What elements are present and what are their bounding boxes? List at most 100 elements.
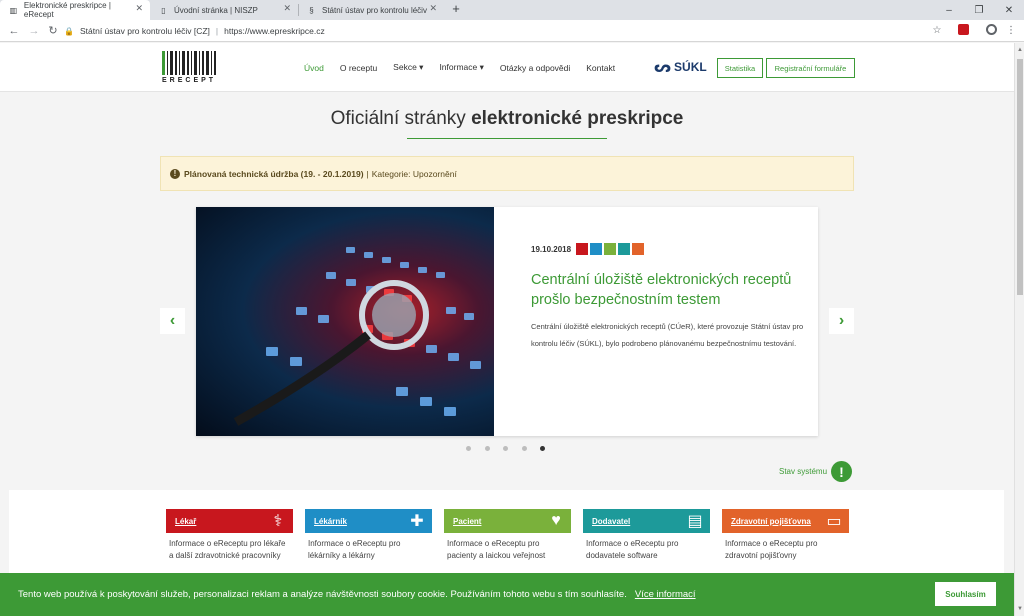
notice-title[interactable]: Plánovaná technická údržba (19. - 20.1.2… xyxy=(184,169,364,179)
close-icon[interactable]: ✕ xyxy=(135,3,143,14)
section-card-supplier[interactable]: Dodavatel ▤ Informace o eReceptu pro dod… xyxy=(583,509,710,562)
back-button[interactable]: ← xyxy=(6,23,22,39)
browser-tab-niszp[interactable]: ▯ Úvodní stránka | NISZP ✕ xyxy=(150,0,298,20)
page-title: Oficiální stránky elektronické preskripc… xyxy=(0,108,1014,130)
scroll-up-icon[interactable]: ▲ xyxy=(1015,45,1024,55)
profile-icon[interactable] xyxy=(984,24,998,38)
cookie-more-info-link[interactable]: Více informací xyxy=(635,589,696,600)
barcode-logo-icon xyxy=(162,51,220,75)
category-chip-patient xyxy=(604,243,617,255)
scroll-down-icon[interactable]: ▼ xyxy=(1015,604,1024,614)
section-doctor-desc: Informace o eReceptu pro lékaře a další … xyxy=(169,539,286,560)
reload-button[interactable]: ↻ xyxy=(45,23,61,39)
browser-menu-icon[interactable]: ⋮ xyxy=(1004,24,1018,38)
section-card-doctor[interactable]: Lékař ⚕ Informace o eReceptu pro lékaře … xyxy=(166,509,293,562)
barcode-icon: ▥ xyxy=(9,5,18,15)
page-title-bold: elektronické preskripce xyxy=(471,108,684,129)
section-pharmacist-desc: Informace o eReceptu pro lékárníky a lék… xyxy=(308,539,401,560)
close-window-button[interactable]: ✕ xyxy=(994,0,1024,20)
stethoscope-icon: ⚕ xyxy=(273,513,283,530)
lock-icon: 🔒 xyxy=(64,26,74,36)
title-underline xyxy=(407,138,607,139)
statistics-button[interactable]: Statistika xyxy=(717,58,763,78)
tab-title: Úvodní stránka | NISZP xyxy=(174,5,258,15)
cookie-consent-bar: Tento web používá k poskytování služeb, … xyxy=(0,573,1014,616)
sukl-logo[interactable]: ᔕ SÚKL xyxy=(654,57,707,77)
section-card-patient[interactable]: Pacient ♥ Informace o eReceptu pro pacie… xyxy=(444,509,571,562)
section-supplier-label: Dodavatel xyxy=(592,516,631,526)
notice-separator: | xyxy=(366,168,369,179)
sukl-logo-text: SÚKL xyxy=(674,60,707,74)
slide-meta: 19.10.2018 xyxy=(531,243,646,255)
section-patient-desc: Informace o eReceptu pro pacienty a laic… xyxy=(447,539,546,560)
nav-contact[interactable]: Kontakt xyxy=(586,63,615,73)
slide-image-stethoscope-keyboard xyxy=(196,207,494,436)
extension-icon[interactable] xyxy=(956,24,970,38)
maximize-button[interactable]: ❐ xyxy=(964,0,994,20)
cookie-accept-button[interactable]: Souhlasím xyxy=(935,582,996,606)
url-text: https://www.epreskripce.cz xyxy=(224,26,325,36)
carousel-dot-3[interactable] xyxy=(503,446,508,451)
nav-information-dropdown[interactable]: Informace ▾ xyxy=(439,62,483,73)
section-insurance-label: Zdravotní pojišťovna xyxy=(731,516,811,526)
section-card-pharmacist[interactable]: Lékárník ✚ Informace o eReceptu pro léká… xyxy=(305,509,432,562)
address-bar[interactable]: 🔒 Státní ústav pro kontrolu léčiv [CZ] |… xyxy=(64,22,944,40)
section-supplier-button[interactable]: Dodavatel ▤ xyxy=(583,509,710,533)
section-doctor-button[interactable]: Lékař ⚕ xyxy=(166,509,293,533)
browser-tab-erecept[interactable]: ▥ Elektronické preskripce | eRecept ✕ xyxy=(0,0,150,20)
address-divider: | xyxy=(215,26,219,36)
carousel-dot-1[interactable] xyxy=(466,446,471,451)
heart-plus-icon: ♥ xyxy=(551,512,561,529)
browser-tab-sukl[interactable]: § Státní ústav pro kontrolu léčiv ✕ xyxy=(298,0,444,20)
close-icon[interactable]: ✕ xyxy=(283,3,291,14)
system-status[interactable]: Stav systému ! xyxy=(779,461,853,482)
maintenance-notice[interactable]: ! Plánovaná technická údržba (19. - 20.1… xyxy=(160,156,854,191)
nav-faq[interactable]: Otázky a odpovědi xyxy=(500,63,570,73)
sukl-icon: § xyxy=(309,5,314,15)
section-card-insurance[interactable]: Zdravotní pojišťovna ▭ Informace o eRece… xyxy=(722,509,849,562)
carousel-dot-4[interactable] xyxy=(521,446,527,451)
slide-date: 19.10.2018 xyxy=(531,244,572,254)
carousel-dot-2[interactable] xyxy=(484,446,490,451)
new-tab-button[interactable]: + xyxy=(448,1,464,16)
keyboard-stethoscope-illustration xyxy=(233,247,481,426)
site-header: ERECEPT Úvod O receptu Sekce ▾ Informace… xyxy=(0,43,1024,92)
erecept-logo[interactable]: ERECEPT xyxy=(162,51,220,85)
system-status-label: Stav systému xyxy=(779,467,828,476)
section-insurance-button[interactable]: Zdravotní pojišťovna ▭ xyxy=(722,509,849,533)
carousel-slide[interactable]: 19.10.2018 Centrální úložiště elektronic… xyxy=(196,207,818,436)
section-patient-label: Pacient xyxy=(453,516,482,526)
status-alert-icon: ! xyxy=(831,461,853,482)
section-patient-button[interactable]: Pacient ♥ xyxy=(444,509,571,533)
browser-toolbar: ← → ↻ 🔒 Státní ústav pro kontrolu léčiv … xyxy=(0,20,1024,42)
slide-text: Centrální úložiště elektronických recept… xyxy=(531,322,804,348)
page-scrollbar[interactable]: ▲ ▼ xyxy=(1014,43,1024,616)
nav-home[interactable]: Úvod xyxy=(304,63,324,73)
forward-button[interactable]: → xyxy=(26,23,42,39)
carousel-prev-button[interactable]: ‹ xyxy=(160,308,185,334)
minimize-button[interactable]: – xyxy=(934,0,964,20)
scrollbar-thumb[interactable] xyxy=(1017,59,1023,295)
page-icon: ▯ xyxy=(161,5,166,15)
nav-sections-dropdown[interactable]: Sekce ▾ xyxy=(393,62,423,73)
tab-title: Elektronické preskripce | eRecept xyxy=(23,1,111,19)
logo-text: ERECEPT xyxy=(162,77,217,84)
cookie-text: Tento web používá k poskytování služeb, … xyxy=(18,589,627,600)
close-icon[interactable]: ✕ xyxy=(429,3,437,14)
clipboard-icon: ▤ xyxy=(687,513,703,530)
sukl-swirl-icon: ᔕ xyxy=(654,59,672,76)
nav-about-recipe[interactable]: O receptu xyxy=(340,63,377,73)
carousel-indicators xyxy=(466,446,559,451)
carousel-next-button[interactable]: › xyxy=(829,308,854,334)
category-chip-pharmacist xyxy=(590,243,603,255)
carousel-dot-5[interactable] xyxy=(540,446,545,451)
main-nav: Úvod O receptu Sekce ▾ Informace ▾ Otázk… xyxy=(296,43,623,92)
registration-forms-button[interactable]: Registrační formuláře xyxy=(766,58,855,78)
section-doctor-label: Lékař xyxy=(175,516,197,526)
bookmark-star-icon[interactable]: ☆ xyxy=(930,24,944,38)
section-pharmacist-button[interactable]: Lékárník ✚ xyxy=(305,509,432,533)
category-chip-doctor xyxy=(576,243,589,255)
notice-category: Kategorie: Upozornění xyxy=(371,168,457,179)
slide-headline[interactable]: Centrální úložiště elektronických recept… xyxy=(531,270,801,310)
pharmacy-cross-icon: ✚ xyxy=(410,513,424,530)
